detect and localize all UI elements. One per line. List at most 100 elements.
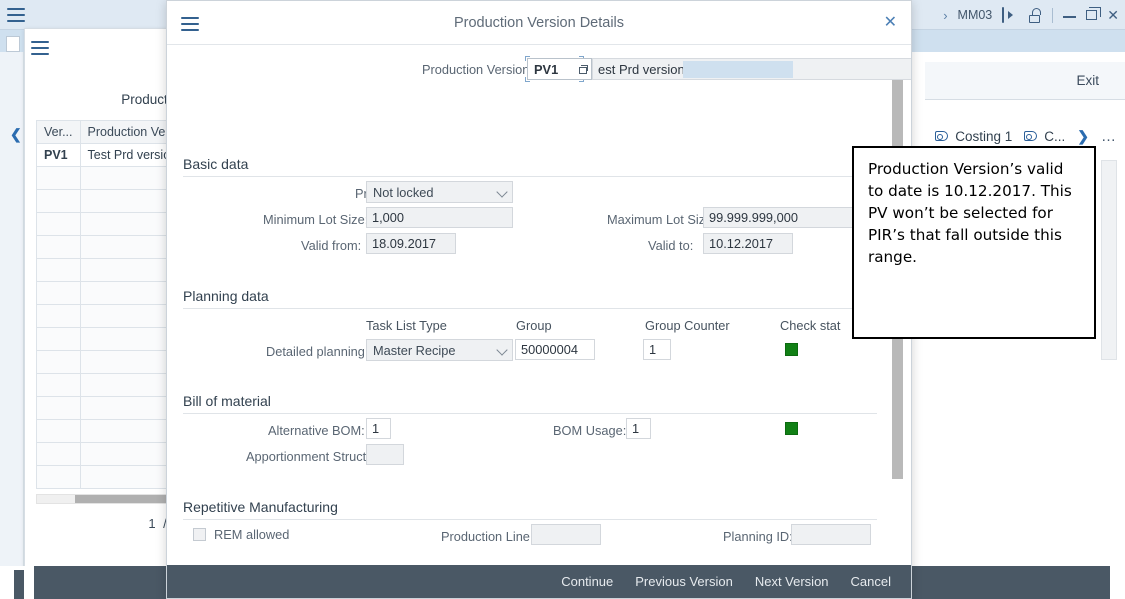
- screen-root: › MM03 ✕ Exit Costing 1 C... ❯ … ❮ Produ…: [0, 0, 1125, 599]
- focus-corner: [525, 56, 530, 61]
- planning-id-input[interactable]: [791, 524, 871, 545]
- minimum-lot-size-label: Minimum Lot Size:: [263, 212, 369, 227]
- tab-icon: [935, 130, 950, 143]
- tab-costing-2-label: C...: [1044, 128, 1066, 144]
- prod-vers-locked-value: Not locked: [373, 184, 434, 200]
- rem-allowed-label: REM allowed: [214, 527, 290, 542]
- tab-costing-2[interactable]: C...: [1024, 129, 1065, 144]
- dialog-footer: Continue Previous Version Next Version C…: [167, 565, 911, 598]
- minimum-lot-size-input[interactable]: 1,000: [366, 207, 513, 228]
- cell-version: [36, 442, 81, 466]
- cell-version: [36, 304, 81, 328]
- cell-version: [36, 350, 81, 374]
- dialog-header: Production Version Details ✕: [167, 1, 911, 45]
- toolbar-divider: [1052, 7, 1054, 23]
- background-window-hamburger-icon[interactable]: [31, 41, 49, 55]
- alternative-bom-label: Alternative BOM:: [268, 423, 365, 438]
- window-minimize-icon[interactable]: [1063, 8, 1077, 22]
- app-top-bar-right-controls: › MM03 ✕: [943, 0, 1119, 30]
- footer-strip-left: [14, 570, 24, 599]
- valid-to-input[interactable]: 10.12.2017: [703, 233, 793, 254]
- section-rule: [183, 413, 877, 414]
- production-version-label: Production Version:: [422, 62, 533, 77]
- production-version-key-input[interactable]: PV1: [527, 58, 582, 80]
- dialog-close-icon[interactable]: ✕: [884, 15, 897, 31]
- section-title-basic-data: Basic data: [183, 156, 249, 172]
- cell-version: [36, 327, 81, 351]
- cell-version: [36, 235, 81, 259]
- focus-corner: [525, 77, 530, 82]
- chevron-down-icon: [496, 186, 508, 198]
- section-title-planning-data: Planning data: [183, 288, 269, 304]
- value-help-icon[interactable]: [575, 58, 592, 80]
- app-footer-right: [912, 566, 1110, 599]
- section-title-repetitive-manufacturing: Repetitive Manufacturing: [183, 499, 338, 515]
- column-header-task-list-type: Task List Type: [366, 318, 447, 333]
- left-rail-field[interactable]: [6, 36, 20, 52]
- valid-from-input[interactable]: 18.09.2017: [366, 233, 456, 254]
- continue-button[interactable]: Continue: [561, 574, 613, 589]
- dialog-title: Production Version Details: [453, 15, 625, 31]
- bom-check-status-indicator: [785, 422, 798, 435]
- tabs-next-chevron-icon[interactable]: ❯: [1077, 128, 1089, 145]
- annotation-callout: Production Version’s valid to date is 10…: [852, 146, 1096, 339]
- tab-costing-1[interactable]: Costing 1: [935, 129, 1012, 144]
- prod-vers-locked-select[interactable]: Not locked: [366, 181, 513, 203]
- collapse-left-chevron-icon[interactable]: ❮: [10, 126, 22, 143]
- execute-play-icon[interactable]: [1002, 6, 1018, 23]
- production-version-description-input[interactable]: est Prd version: [592, 58, 911, 80]
- tab-costing-1-label: Costing 1: [955, 128, 1013, 144]
- rem-allowed-checkbox[interactable]: [193, 528, 206, 541]
- rem-allowed-checkbox-row[interactable]: REM allowed: [193, 527, 289, 542]
- exit-button[interactable]: Exit: [1076, 73, 1099, 88]
- cancel-button[interactable]: Cancel: [851, 574, 891, 589]
- cell-version: [36, 465, 81, 489]
- task-list-type-value: Master Recipe: [373, 342, 456, 358]
- production-version-description-value: est Prd version: [598, 61, 685, 77]
- window-close-icon[interactable]: ✕: [1107, 8, 1119, 22]
- dialog-body: Production Version: PV1 est Prd version …: [167, 45, 911, 567]
- previous-version-button[interactable]: Previous Version: [635, 574, 733, 589]
- exit-row: Exit: [925, 62, 1125, 100]
- cell-version: [36, 189, 81, 213]
- cell-version: PV1: [36, 143, 81, 167]
- section-rule: [183, 176, 877, 177]
- alternative-bom-input[interactable]: 1: [366, 418, 391, 439]
- column-header-check-stat: Check stat: [780, 318, 841, 333]
- transaction-code-label: MM03: [957, 8, 993, 22]
- group-input[interactable]: 50000004: [515, 339, 595, 360]
- group-counter-input[interactable]: 1: [643, 339, 671, 360]
- tab-icon: [1024, 130, 1039, 143]
- maximum-lot-size-label: Maximum Lot Size:: [607, 212, 716, 227]
- production-version-details-dialog: Production Version Details ✕ Production …: [166, 0, 912, 599]
- chevron-down-icon: [496, 344, 508, 356]
- column-header-group-counter: Group Counter: [645, 318, 730, 333]
- window-restore-icon[interactable]: [1086, 7, 1102, 22]
- app-hamburger-icon[interactable]: [7, 8, 25, 22]
- section-rule: [183, 308, 877, 309]
- apportionment-struct-input[interactable]: [366, 444, 404, 465]
- cell-version: [36, 373, 81, 397]
- production-line-label: Production Line:: [441, 529, 534, 544]
- breadcrumb-chevron-icon[interactable]: ›: [943, 8, 947, 23]
- column-header-group: Group: [516, 318, 552, 333]
- section-rule: [183, 519, 877, 520]
- tabs-overflow-icon[interactable]: …: [1101, 128, 1117, 145]
- production-line-input[interactable]: [531, 524, 601, 545]
- bom-usage-input[interactable]: 1: [626, 418, 651, 439]
- valid-from-label: Valid from:: [301, 238, 362, 253]
- planning-check-status-indicator: [785, 343, 798, 356]
- task-list-type-select[interactable]: Master Recipe: [366, 339, 513, 361]
- valid-to-label: Valid to:: [648, 238, 694, 253]
- section-title-bill-of-material: Bill of material: [183, 393, 271, 409]
- maximum-lot-size-input[interactable]: 99.999.999,000: [703, 207, 853, 228]
- planning-id-label: Planning ID:: [723, 529, 793, 544]
- column-header-version[interactable]: Ver...: [36, 120, 81, 144]
- bom-usage-label: BOM Usage:: [553, 423, 627, 438]
- right-panel-edge: [1101, 160, 1117, 360]
- detailed-planning-label: Detailed planning:: [266, 344, 369, 359]
- unlock-icon[interactable]: [1028, 7, 1042, 23]
- cell-version: [36, 419, 81, 443]
- next-version-button[interactable]: Next Version: [755, 574, 829, 589]
- cell-version: [36, 281, 81, 305]
